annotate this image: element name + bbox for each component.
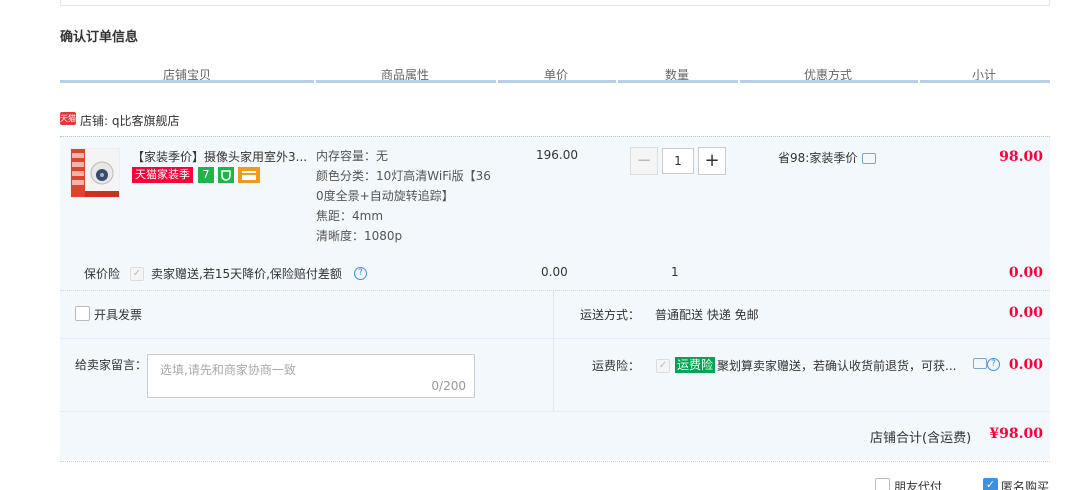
divider: [60, 290, 1050, 291]
tmall-logo-icon: 天猫: [60, 112, 76, 125]
chat-bubble-icon[interactable]: [973, 356, 987, 370]
invoice-label: 开具发票: [94, 308, 143, 322]
price-protection-checkbox[interactable]: ✓: [130, 266, 144, 281]
help-icon[interactable]: ?: [354, 266, 367, 280]
insurance-price: 0.00: [541, 265, 568, 279]
header-underline: [316, 80, 496, 83]
invoice-checkbox[interactable]: [75, 306, 90, 321]
store-total-label: 店铺合计(含运费): [870, 431, 972, 446]
guarantee-icon: [218, 167, 234, 183]
store-name-link[interactable]: 店铺: q比客旗舰店: [80, 112, 179, 129]
unit-price: 196.00: [536, 148, 578, 162]
discount-info: 省98:家装季价: [778, 149, 877, 166]
item-subtotal: 98.00: [999, 149, 1043, 165]
seven-day-return-icon: 7: [198, 167, 214, 183]
freight-insurance-label: 运费险：: [592, 359, 641, 373]
shipping-label: 运送方式：: [580, 308, 641, 322]
friend-pay-label: 朋友代付: [894, 480, 943, 490]
quantity-input[interactable]: 1: [662, 148, 694, 174]
divider: [554, 338, 1050, 339]
freight-insurance-checkbox[interactable]: ✓: [656, 358, 670, 373]
header-underline: [60, 80, 314, 83]
credit-card-icon: [238, 167, 260, 183]
discount-text: 省98:家装季价: [778, 151, 858, 165]
divider: [60, 338, 553, 339]
freight-insurance-price: 0.00: [1008, 357, 1043, 373]
product-attribute: 焦距：4mm: [316, 209, 384, 223]
divider: [60, 461, 1050, 462]
header-underline: [920, 80, 1050, 83]
header-underline: [498, 80, 616, 83]
decrease-quantity-button[interactable]: −: [630, 147, 658, 175]
insurance-subtotal: 0.00: [1008, 265, 1043, 281]
message-char-counter: 0/200: [431, 379, 466, 393]
product-attribute: 0度全景+自动旋转追踪】: [316, 189, 454, 203]
section-title: 确认订单信息: [60, 30, 139, 45]
increase-quantity-button[interactable]: +: [698, 147, 726, 175]
price-protection-text: 卖家赠送,若15天降价,保险赔付差额: [151, 267, 342, 281]
freight-insurance-tag: 运费险: [675, 357, 716, 373]
product-thumbnail[interactable]: [70, 148, 120, 198]
header-underline: [618, 80, 738, 83]
promo-badge: 天猫家装季: [132, 167, 193, 183]
friend-pay-checkbox[interactable]: [875, 478, 890, 490]
message-label: 给卖家留言：: [75, 358, 148, 372]
help-icon[interactable]: ?: [987, 357, 1000, 371]
message-textarea[interactable]: 选填,请先和商家协商一致 0/200: [147, 354, 475, 398]
product-attribute: 内存容量：无: [316, 149, 389, 163]
product-attribute: 颜色分类：10灯高清WiFi版【36: [316, 169, 491, 183]
store-total-value: ¥98.00: [989, 426, 1043, 442]
shipping-price: 0.00: [1008, 305, 1043, 321]
anonymous-buy-label: 匿名购买: [1001, 480, 1050, 490]
top-frame: [60, 0, 1050, 6]
quantity-stepper: − 1 +: [630, 147, 726, 175]
insurance-quantity: 1: [671, 265, 679, 279]
freight-insurance-text: 聚划算卖家赠送，若确认收货前退货，可获...: [717, 359, 957, 373]
divider: [553, 291, 554, 412]
anonymous-buy-checkbox[interactable]: ✓: [983, 478, 998, 490]
header-underline: [740, 80, 918, 83]
product-attribute: 清晰度：1080p: [316, 229, 403, 243]
divider: [60, 411, 1050, 412]
message-placeholder: 选填,请先和商家协商一致: [160, 363, 296, 377]
freight-insurance-tag-text: 运费险: [675, 357, 716, 373]
product-title-link[interactable]: 【家装季价】摄像头家用室外3...: [132, 148, 310, 165]
chat-bubble-icon[interactable]: [862, 153, 877, 164]
price-protection-label: 保价险: [84, 267, 121, 281]
shipping-method: 普通配送 快递 免邮: [655, 308, 759, 322]
